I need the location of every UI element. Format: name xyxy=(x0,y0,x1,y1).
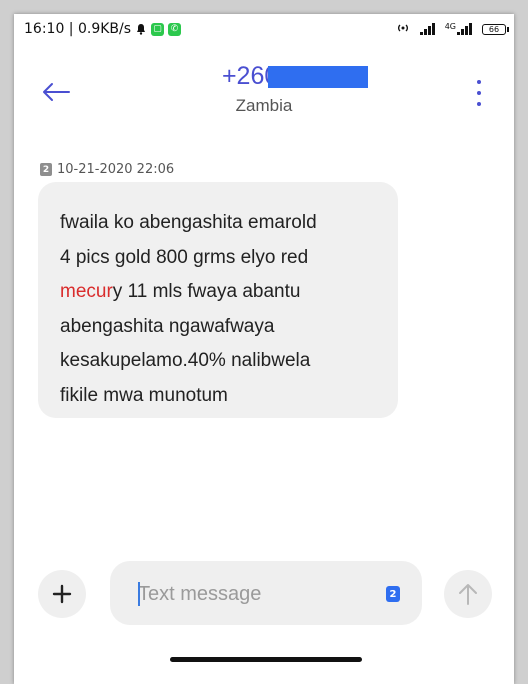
highlighted-word: mecur xyxy=(60,281,113,302)
message-line: abengashita ngawafwaya xyxy=(60,315,275,337)
message-line: mecury 11 mls fwaya abantu xyxy=(60,275,376,310)
battery-level: 66 xyxy=(488,24,500,34)
message-line-rest: y 11 mls fwaya abantu xyxy=(112,281,301,302)
status-left: 16:10 | 0.9KB/s ▢ ✆ xyxy=(24,21,182,37)
message-line: 4 pics gold 800 grms elyo red xyxy=(60,246,309,268)
whatsapp-icon: ✆ xyxy=(168,22,182,36)
signal-icon xyxy=(419,23,435,35)
contact-title[interactable]: +26096 xyxy=(0,62,528,91)
status-right: 4G 66 xyxy=(396,22,509,37)
network-type-label: 4G xyxy=(444,22,456,31)
hotspot-icon xyxy=(396,22,410,37)
plus-icon xyxy=(52,584,72,604)
redaction-box xyxy=(268,66,368,88)
send-button[interactable] xyxy=(444,570,492,618)
status-bar: 16:10 | 0.9KB/s ▢ ✆ 4G 66 xyxy=(24,18,509,40)
signal-4g-icon: 4G xyxy=(445,23,472,35)
message-meta: 2 10-21-2020 22:06 xyxy=(40,162,174,177)
status-time: 16:10 | 0.9KB/s xyxy=(24,21,132,37)
battery-icon: 66 xyxy=(482,23,509,35)
sim-icon: 2 xyxy=(40,163,52,176)
message-line: fikile mwa munotum xyxy=(60,384,228,406)
attach-button[interactable] xyxy=(38,570,86,618)
dot xyxy=(477,102,481,106)
message-app-icon: ▢ xyxy=(151,22,165,36)
message-input[interactable] xyxy=(138,578,368,610)
text-cursor xyxy=(138,582,140,606)
contact-subtitle: Zambia xyxy=(235,96,293,115)
message-line: kesakupelamo.40% nalibwela xyxy=(60,350,311,371)
home-indicator[interactable] xyxy=(170,657,362,662)
more-options-button[interactable] xyxy=(474,80,484,106)
message-line: fwaila ko abengashita emarold xyxy=(60,212,317,233)
message-timestamp: 10-21-2020 22:06 xyxy=(57,162,175,177)
sim-select-button[interactable]: 2 xyxy=(386,586,400,602)
message-bubble[interactable]: fwaila ko abengashita emarold 4 pics gol… xyxy=(38,182,398,418)
dot xyxy=(477,91,481,95)
send-arrow-icon xyxy=(459,584,477,605)
dot xyxy=(477,80,481,84)
bell-icon xyxy=(135,23,147,35)
